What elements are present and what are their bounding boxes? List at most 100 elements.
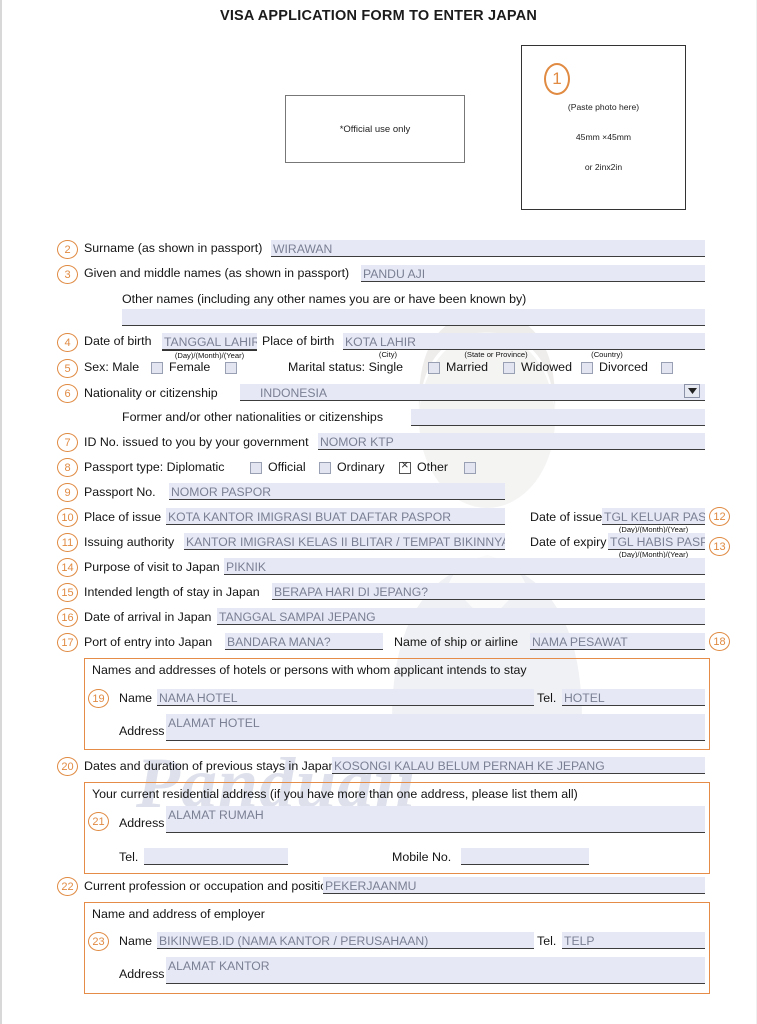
given-names-label: Given and middle names (as shown in pass… <box>84 266 350 280</box>
hotel-name-input[interactable]: NAMA HOTEL <box>157 689 534 706</box>
marker-2: 2 <box>57 240 78 259</box>
date-of-birth-label: Date of birth <box>84 334 152 348</box>
length-of-stay-label: Intended length of stay in Japan <box>84 585 260 599</box>
employer-name-label: Name <box>119 934 153 948</box>
port-of-entry-input[interactable]: BANDARA MANA? <box>225 633 383 650</box>
residence-tel-label: Tel. <box>119 850 139 864</box>
date-of-arrival-input[interactable]: TANGGAL SAMPAI JEPANG <box>217 608 705 625</box>
former-nationalities-label: Former and/or other nationalities or cit… <box>122 410 384 424</box>
employer-name-input[interactable]: BIKINWEB.ID (NAMA KANTOR / PERUSAHAAN) <box>157 932 534 949</box>
marital-divorced-label: Divorced <box>599 360 648 374</box>
marker-23: 23 <box>88 932 109 951</box>
marker-11: 11 <box>57 533 78 552</box>
employer-address-label: Address <box>119 967 165 981</box>
marital-single-checkbox[interactable] <box>428 362 440 374</box>
place-of-birth-input[interactable]: KOTA LAHIR <box>343 333 705 350</box>
other-names-input[interactable] <box>122 309 705 326</box>
official-use-label: *Official use only <box>339 123 411 135</box>
marker-6: 6 <box>57 384 78 403</box>
residence-mobile-input[interactable] <box>461 848 589 865</box>
date-of-expiry-input[interactable]: TGL HABIS PASP <box>608 533 705 550</box>
marker-17: 17 <box>57 633 78 652</box>
passport-type-other-label: Other <box>417 460 448 474</box>
ship-or-airline-input[interactable]: NAMA PESAWAT <box>530 633 705 650</box>
employer-group-heading: Name and address of employer <box>92 907 265 921</box>
date-of-issue-input[interactable]: TGL KELUAR PAS <box>602 508 705 525</box>
marker-22: 22 <box>57 877 78 896</box>
hotel-name-label: Name <box>119 691 153 705</box>
residence-group-heading: Your current residential address (if you… <box>92 787 578 801</box>
marker-18: 18 <box>709 632 730 651</box>
hotel-address-input[interactable]: ALAMAT HOTEL <box>166 714 705 741</box>
marker-10: 10 <box>57 508 78 527</box>
issuing-authority-input[interactable]: KANTOR IMIGRASI KELAS II BLITAR / TEMPAT… <box>184 533 505 550</box>
official-use-box: *Official use only <box>285 95 465 163</box>
purpose-of-visit-label: Purpose of visit to Japan <box>84 560 220 574</box>
employer-tel-label: Tel. <box>537 934 557 948</box>
photo-paste-box[interactable]: 1 (Paste photo here) 45mm ×45mm or 2inx2… <box>521 45 686 210</box>
employer-address-input[interactable]: ALAMAT KANTOR <box>166 957 705 984</box>
id-number-label: ID No. issued to you by your government <box>84 435 309 449</box>
hotel-group-heading: Names and addresses of hotels or persons… <box>92 663 527 677</box>
date-of-birth-input[interactable]: TANGGAL LAHIR <box>162 333 257 350</box>
pob-country-hint: (Country) <box>591 350 623 359</box>
marital-divorced-checkbox[interactable] <box>661 362 673 374</box>
profession-input[interactable]: PEKERJAANMU <box>323 877 705 894</box>
marker-16: 16 <box>57 608 78 627</box>
surname-input[interactable]: WIRAWAN <box>271 240 705 257</box>
date-of-arrival-label: Date of arrival in Japan <box>84 610 212 624</box>
sex-female-checkbox[interactable] <box>225 362 237 374</box>
passport-type-other-checkbox[interactable] <box>464 462 476 474</box>
marker-3: 3 <box>57 265 78 284</box>
nationality-input[interactable]: INDONESIA <box>240 384 705 401</box>
pob-city-hint: (City) <box>378 350 398 359</box>
purpose-of-visit-input[interactable]: PIKNIK <box>224 558 705 575</box>
marital-married-checkbox[interactable] <box>503 362 515 374</box>
marital-married-label: Married <box>446 360 488 374</box>
residence-tel-input[interactable] <box>144 848 288 865</box>
marker-13: 13 <box>709 537 730 556</box>
place-of-issue-label: Place of issue <box>84 510 162 524</box>
port-of-entry-label: Port of entry into Japan <box>84 635 213 649</box>
marker-19: 19 <box>88 689 109 708</box>
employer-tel-input[interactable]: TELP <box>562 932 705 949</box>
place-of-issue-input[interactable]: KOTA KANTOR IMIGRASI BUAT DAFTAR PASPOR <box>166 508 505 525</box>
marital-status-label: Marital status: Single <box>288 360 404 374</box>
profession-label: Current profession or occupation and pos… <box>84 879 335 893</box>
marital-widowed-label: Widowed <box>521 360 572 374</box>
sex-male-checkbox[interactable] <box>151 362 163 374</box>
previous-stays-input[interactable]: KOSONGI KALAU BELUM PERNAH KE JEPANG <box>332 757 705 774</box>
passport-number-label: Passport No. <box>84 485 156 499</box>
marker-8: 8 <box>57 458 78 477</box>
passport-type-official-checkbox[interactable] <box>319 462 331 474</box>
length-of-stay-input[interactable]: BERAPA HARI DI JEPANG? <box>272 583 705 600</box>
marker-14: 14 <box>57 558 78 577</box>
former-nationalities-input[interactable] <box>411 409 705 426</box>
passport-type-ordinary-checkbox[interactable] <box>399 459 411 474</box>
passport-type-official-label: Official <box>268 460 306 474</box>
id-number-input[interactable]: NOMOR KTP <box>318 433 705 450</box>
marker-1: 1 <box>544 63 570 95</box>
marital-widowed-checkbox[interactable] <box>581 362 593 374</box>
other-names-label: Other names (including any other names y… <box>122 292 527 306</box>
passport-type-diplomatic-checkbox[interactable] <box>250 462 262 474</box>
marker-15: 15 <box>57 583 78 602</box>
residence-mobile-label: Mobile No. <box>392 850 452 864</box>
marker-9: 9 <box>57 483 78 502</box>
given-names-input[interactable]: PANDU AJI <box>361 265 705 282</box>
previous-stays-label: Dates and duration of previous stays in … <box>84 759 336 773</box>
chevron-down-icon[interactable] <box>684 384 700 398</box>
nationality-label: Nationality or citizenship <box>84 386 218 400</box>
marker-20: 20 <box>57 757 78 776</box>
passport-type-ordinary-label: Ordinary <box>337 460 385 474</box>
marker-7: 7 <box>57 433 78 452</box>
passport-number-input[interactable]: NOMOR PASPOR <box>169 483 505 500</box>
marker-21: 21 <box>88 812 109 831</box>
residence-address-input[interactable]: ALAMAT RUMAH <box>166 806 705 833</box>
hotel-tel-input[interactable]: HOTEL <box>562 689 705 706</box>
photo-line-1: (Paste photo here) <box>567 102 640 112</box>
photo-instructions: (Paste photo here) 45mm ×45mm or 2inx2in <box>522 92 685 182</box>
passport-type-label: Passport type: Diplomatic <box>84 460 225 474</box>
surname-label: Surname (as shown in passport) <box>84 241 263 255</box>
photo-line-3: or 2inx2in <box>584 162 623 172</box>
